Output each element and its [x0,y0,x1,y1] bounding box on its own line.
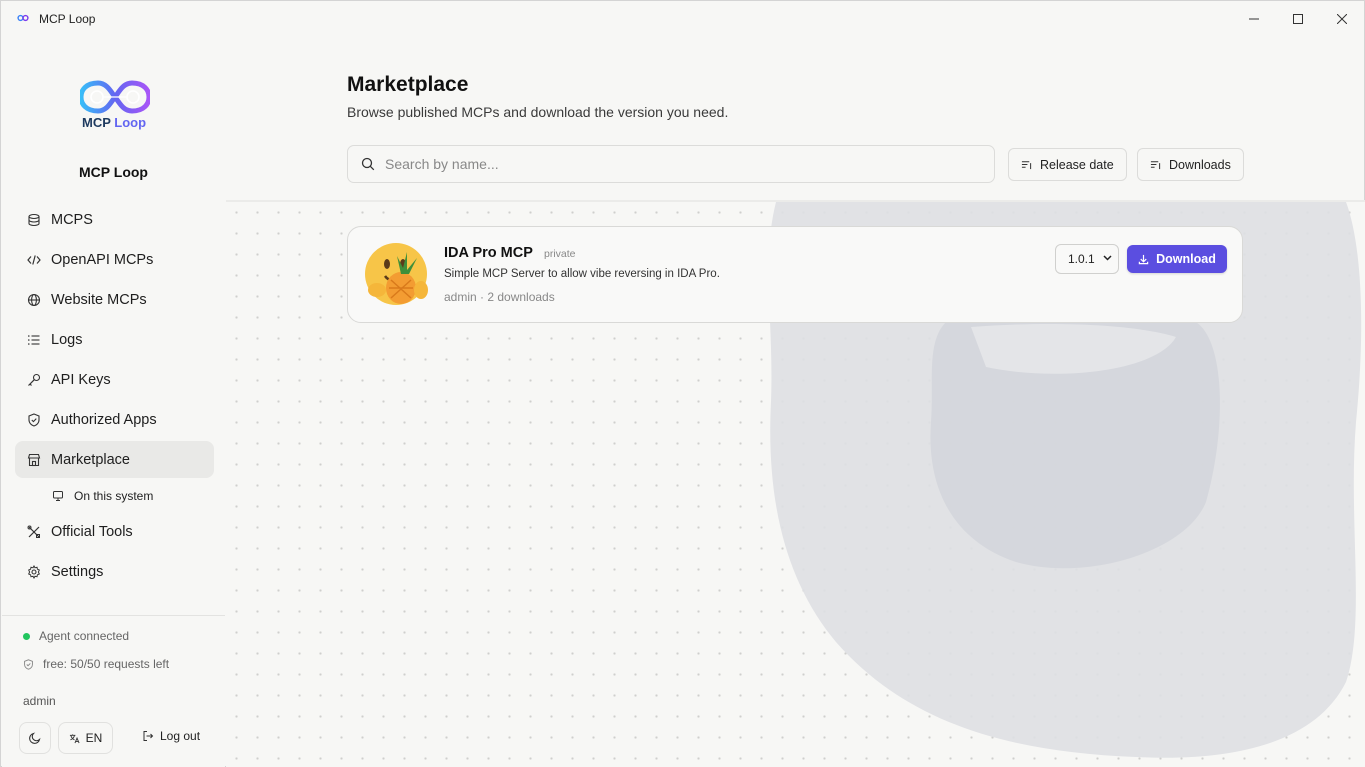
sidebar-item-label: Authorized Apps [51,411,157,428]
sidebar-item-authorized-apps[interactable]: Authorized Apps [15,401,214,438]
moon-icon [29,732,41,744]
quota-text: free: 50/50 requests left [43,657,170,671]
sidebar-item-label: Official Tools [51,523,133,540]
mcp-name: IDA Pro MCP [444,245,533,261]
language-button[interactable]: EN [58,722,113,754]
brand-name: MCP Loop [79,164,148,180]
sidebar-item-settings[interactable]: Settings [15,553,214,590]
sidebar-subitem-on-this-system[interactable]: On this system [15,480,214,512]
maximize-button[interactable] [1276,1,1320,37]
sidebar: MCP Loop MCP Loop MCPS OpenAPI MCPs Webs… [2,37,225,767]
sidebar-subitem-label: On this system [74,489,154,503]
close-icon [1337,14,1347,24]
sidebar-item-website-mcps[interactable]: Website MCPs [15,281,214,318]
gear-icon [27,564,41,579]
brand-logo: MCP Loop [80,80,150,130]
sort-downloads-button[interactable]: Downloads [1137,148,1244,181]
minimize-icon [1249,18,1259,20]
monitor-icon [52,490,64,502]
sort-release-label: Release date [1040,157,1114,172]
minimize-button[interactable] [1232,1,1276,37]
logout-button[interactable]: Log out [142,729,200,743]
sidebar-item-logs[interactable]: Logs [15,321,214,358]
sidebar-item-label: Logs [51,331,83,348]
download-icon [1138,254,1149,264]
shield-check-icon [24,658,33,670]
logout-label: Log out [160,729,201,743]
status-dot [23,632,30,640]
key-icon [27,373,41,387]
sidebar-item-label: Settings [51,563,104,580]
sidebar-item-label: OpenAPI MCPs [51,251,154,268]
app-window: MCP Loop MCP Loop MCP Loop MCPS OpenAPI … [0,0,1365,767]
sidebar-item-official-tools[interactable]: Official Tools [15,513,214,550]
maximize-icon [1293,14,1303,24]
version-select[interactable]: 1.0.1 [1055,244,1119,274]
sidebar-item-mcps[interactable]: MCPS [15,201,214,238]
download-button[interactable]: Download [1127,245,1227,273]
shield-icon [27,412,41,427]
sidebar-nav: MCPS OpenAPI MCPs Website MCPs Logs API … [15,201,214,593]
tools-icon [27,525,41,539]
sidebar-item-marketplace[interactable]: Marketplace [15,441,214,478]
window-title: MCP Loop [39,12,96,26]
sort-downloads-label: Downloads [1169,157,1231,172]
sidebar-item-label: Marketplace [51,451,130,468]
search-box[interactable] [347,145,995,183]
sidebar-item-openapi-mcps[interactable]: OpenAPI MCPs [15,241,214,278]
logo-wordmark: MCP Loop [82,115,147,130]
globe-icon [27,293,41,307]
title-bar: MCP Loop [1,1,1364,37]
translate-icon [69,733,80,743]
sort-icon [1150,161,1161,170]
search-input[interactable] [385,156,945,172]
theme-toggle-button[interactable] [19,722,51,754]
database-icon [27,213,41,227]
close-button[interactable] [1320,1,1364,37]
infinity-logo-icon [80,80,150,114]
agent-status: Agent connected [23,629,129,643]
store-icon [27,453,41,467]
sort-icon [1021,161,1032,170]
mcp-description: Simple MCP Server to allow vibe reversin… [444,268,720,280]
list-icon [27,333,41,347]
sidebar-item-api-keys[interactable]: API Keys [15,361,214,398]
sidebar-item-label: Website MCPs [51,291,147,308]
sort-release-date-button[interactable]: Release date [1008,148,1127,181]
username: admin [23,694,56,708]
language-label: EN [85,731,103,745]
agent-status-text: Agent connected [39,629,130,643]
logout-icon [143,731,154,741]
hugging-face-pineapple-icon [365,243,428,305]
sidebar-item-label: MCPS [51,211,93,228]
search-icon [361,157,375,171]
visibility-badge: private [544,248,576,260]
page-subtitle: Browse published MCPs and download the v… [347,104,729,120]
quota-status: free: 50/50 requests left [23,657,169,671]
page-title: Marketplace [347,73,469,96]
sidebar-divider [2,615,225,616]
download-label: Download [1156,252,1216,266]
mcp-card: IDA Pro MCP private Simple MCP Server to… [347,226,1243,323]
sidebar-item-label: API Keys [51,371,111,388]
main-content: Marketplace Browse published MCPs and do… [226,37,1365,767]
app-logo-icon [17,14,29,22]
mcp-meta: admin · 2 downloads [444,290,555,304]
code-icon [27,253,41,267]
